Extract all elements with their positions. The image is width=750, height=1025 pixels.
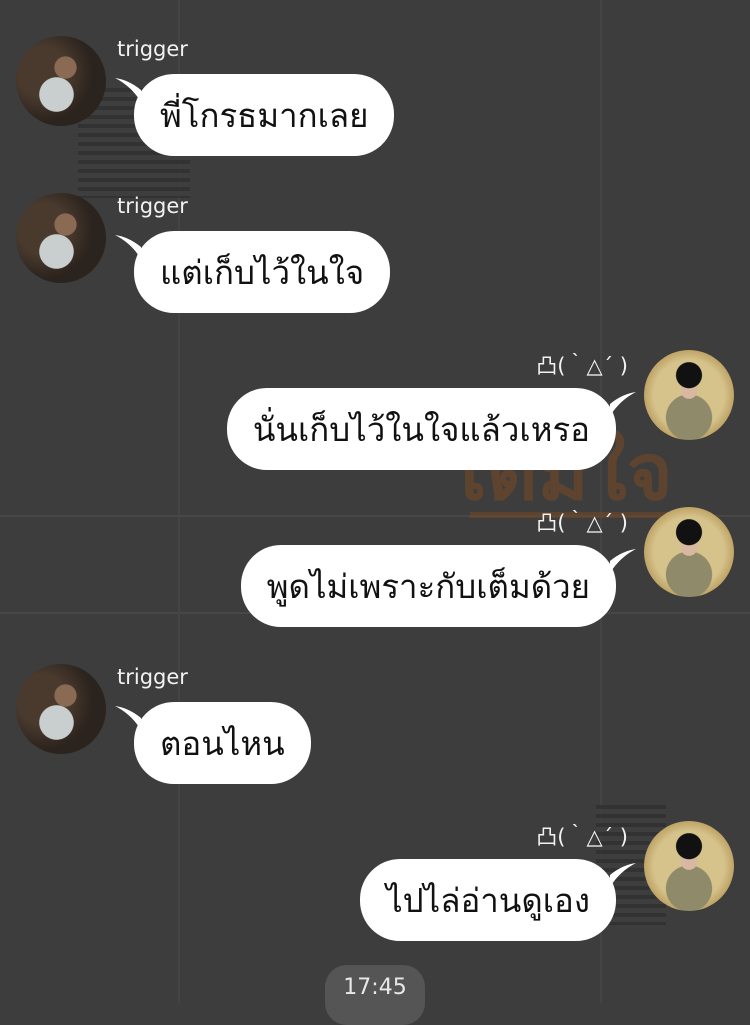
- message-text: แต่เก็บไว้ในใจ: [160, 252, 365, 292]
- message-bubble[interactable]: พี่โกรธมากเลย: [134, 74, 395, 156]
- bubble-tail: [610, 392, 636, 416]
- sender-avatar[interactable]: [16, 36, 106, 126]
- timestamp-text: 17:45: [343, 975, 407, 1000]
- message-bubble[interactable]: ตอนไหน: [134, 702, 311, 784]
- message-text: ตอนไหน: [160, 723, 285, 763]
- sender-avatar[interactable]: [16, 664, 106, 754]
- chat-background: เต็มใจ: [0, 0, 750, 1003]
- timestamp-badge: 17:45: [325, 965, 425, 1025]
- message-bubble[interactable]: พูดไม่เพราะกับเต็มด้วย: [240, 545, 616, 627]
- own-name: 凸(｀△´ ): [536, 825, 628, 849]
- own-name: 凸(｀△´ ): [536, 511, 628, 535]
- own-name: 凸(｀△´ ): [536, 354, 628, 378]
- message-text: พี่โกรธมากเลย: [160, 95, 369, 135]
- own-avatar[interactable]: [644, 350, 734, 440]
- message-bubble[interactable]: แต่เก็บไว้ในใจ: [134, 231, 391, 313]
- message-text: ไปไล่อ่านดูเอง: [386, 880, 590, 920]
- message-bubble[interactable]: นั่นเก็บไว้ในใจแล้วเหรอ: [226, 388, 616, 470]
- sender-name: trigger: [117, 665, 188, 689]
- message-text: พูดไม่เพราะกับเต็มด้วย: [266, 566, 590, 606]
- sender-name: trigger: [117, 194, 188, 218]
- sender-avatar[interactable]: [16, 193, 106, 283]
- bubble-tail: [610, 549, 636, 573]
- message-text: นั่นเก็บไว้ในใจแล้วเหรอ: [252, 409, 590, 449]
- sender-name: trigger: [117, 37, 188, 61]
- bubble-tail: [610, 863, 636, 887]
- own-avatar[interactable]: [644, 821, 734, 911]
- message-bubble[interactable]: ไปไล่อ่านดูเอง: [360, 859, 616, 941]
- own-avatar[interactable]: [644, 507, 734, 597]
